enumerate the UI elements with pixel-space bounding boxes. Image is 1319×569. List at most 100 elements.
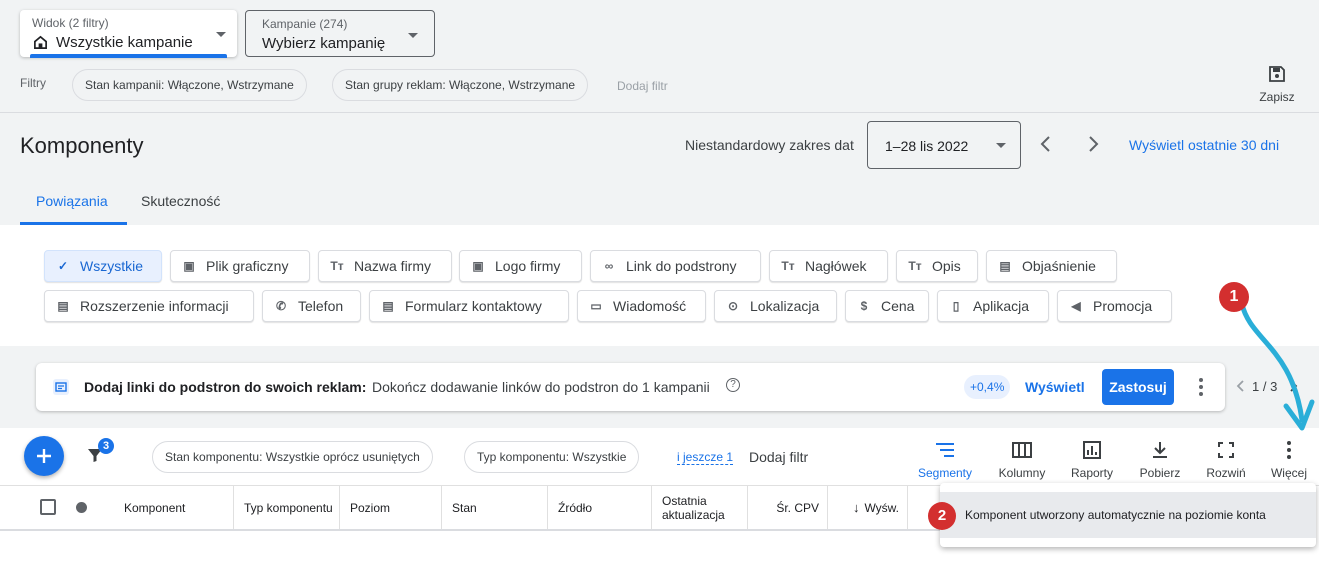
chevron-down-icon bbox=[408, 33, 418, 38]
previous-period-button[interactable] bbox=[1036, 134, 1056, 159]
next-period-button[interactable] bbox=[1083, 134, 1103, 159]
image-icon: ▣ bbox=[183, 259, 195, 273]
segments-icon bbox=[913, 438, 977, 462]
more-button[interactable]: Więcej bbox=[1257, 438, 1319, 480]
save-label: Zapisz bbox=[1259, 90, 1295, 104]
asset-type-structured-snippet[interactable]: ▤ Rozszerzenie informacji bbox=[44, 290, 254, 322]
add-filter-button[interactable]: Dodaj filtr bbox=[749, 449, 808, 465]
filters-label: Filtry bbox=[20, 76, 46, 90]
tab-associations[interactable]: Powiązania bbox=[36, 193, 108, 209]
columns-icon bbox=[990, 438, 1054, 462]
asset-type-headline[interactable]: Tт Nagłówek bbox=[769, 250, 888, 282]
save-icon bbox=[1255, 64, 1299, 86]
filter-chip-asset-status[interactable]: Stan komponentu: Wszystkie oprócz usunię… bbox=[152, 441, 433, 473]
filter-chip-campaign-status[interactable]: Stan kampanii: Włączone, Wstrzymane bbox=[72, 69, 307, 101]
more-vert-icon bbox=[1257, 438, 1319, 462]
link-icon: ∞ bbox=[604, 259, 614, 273]
location-pin-icon: ⊙ bbox=[727, 299, 739, 313]
view-selector-value: Wszystkie kampanie bbox=[56, 34, 193, 51]
mobile-icon: ▯ bbox=[952, 299, 960, 313]
asset-type-lead-form[interactable]: ▤ Formularz kontaktowy bbox=[369, 290, 569, 322]
download-icon bbox=[1128, 438, 1192, 462]
download-button[interactable]: Pobierz bbox=[1128, 438, 1192, 480]
asset-type-logo[interactable]: ▣ Logo firmy bbox=[459, 250, 582, 282]
annotation-badge-2: 2 bbox=[928, 502, 956, 530]
filter-count-badge: 3 bbox=[98, 438, 114, 454]
plus-icon bbox=[37, 449, 51, 463]
asset-type-image[interactable]: ▣ Plik graficzny bbox=[170, 250, 310, 282]
column-header-avg-cpv[interactable]: Śr. CPV bbox=[748, 486, 828, 530]
recommendation-text: Dokończ dodawanie linków do podstron do … bbox=[372, 379, 710, 395]
view-selector[interactable]: Widok (2 filtry) Wszystkie kampanie bbox=[20, 10, 237, 58]
view-selector-underline bbox=[30, 54, 227, 58]
annotation-badge-1: 1 bbox=[1219, 282, 1249, 312]
recommendation-title: Dodaj linki do podstron do swoich reklam… bbox=[84, 379, 367, 395]
asset-type-all[interactable]: ✓ Wszystkie bbox=[44, 250, 162, 282]
reports-button[interactable]: Raporty bbox=[1060, 438, 1124, 480]
tab-performance[interactable]: Skuteczność bbox=[141, 193, 220, 209]
more-filters-link[interactable]: i jeszcze 1 bbox=[677, 450, 734, 465]
view-selector-label: Widok (2 filtry) bbox=[32, 16, 109, 30]
select-all-checkbox[interactable] bbox=[40, 499, 56, 515]
asset-type-callout[interactable]: ▤ Objaśnienie bbox=[986, 250, 1117, 282]
header-bottom-border bbox=[0, 529, 940, 531]
date-range-label: Niestandardowy zakres dat bbox=[685, 137, 854, 153]
save-button[interactable]: Zapisz bbox=[1255, 64, 1299, 104]
add-button[interactable] bbox=[24, 436, 64, 476]
text-icon: Tт bbox=[908, 259, 922, 273]
campaign-selector-label: Kampanie (274) bbox=[262, 17, 348, 31]
megaphone-icon: ◀ bbox=[1071, 299, 1081, 313]
view-recommendation-button[interactable]: Wyświetl bbox=[1025, 379, 1085, 395]
column-header-level[interactable]: Poziom bbox=[340, 486, 442, 530]
asset-type-description[interactable]: Tт Opis bbox=[896, 250, 978, 282]
expand-button[interactable]: Rozwiń bbox=[1194, 438, 1258, 480]
asset-type-price[interactable]: $ Cena bbox=[845, 290, 929, 322]
image-icon: ▣ bbox=[472, 259, 484, 273]
filter-chip-adgroup-status[interactable]: Stan grupy reklam: Włączone, Wstrzymane bbox=[332, 69, 589, 101]
text-icon: Tт bbox=[330, 259, 344, 273]
bar-chart-icon bbox=[1060, 438, 1124, 462]
segments-button[interactable]: Segmenty bbox=[913, 438, 977, 480]
divider bbox=[0, 112, 1319, 113]
column-header-impressions[interactable]: ↓ Wyśw. bbox=[828, 486, 908, 530]
recommendation-card: Dodaj linki do podstron do swoich reklam… bbox=[36, 363, 1225, 411]
document-icon: ▤ bbox=[999, 259, 1011, 273]
more-vert-icon[interactable] bbox=[1198, 377, 1204, 402]
column-header-source[interactable]: Źródło bbox=[548, 486, 652, 530]
asset-type-promotion[interactable]: ◀ Promocja bbox=[1057, 290, 1172, 322]
chevron-down-icon bbox=[996, 143, 1006, 148]
asset-type-business-name[interactable]: Tт Nazwa firmy bbox=[318, 250, 452, 282]
text-icon: Tт bbox=[781, 259, 795, 273]
column-header-last-updated[interactable]: Ostatnia aktualizacja bbox=[652, 486, 748, 530]
asset-type-app[interactable]: ▯ Aplikacja bbox=[937, 290, 1049, 322]
dollar-icon: $ bbox=[860, 299, 868, 313]
add-filter-link[interactable]: Dodaj filtr bbox=[617, 79, 668, 93]
asset-type-message[interactable]: ▭ Wiadomość bbox=[577, 290, 706, 322]
campaign-selector-value: Wybierz kampanię bbox=[262, 35, 386, 52]
help-icon[interactable]: ? bbox=[726, 378, 740, 392]
column-header-asset[interactable]: Komponent bbox=[114, 486, 234, 530]
column-header-status[interactable]: Stan bbox=[442, 486, 548, 530]
asset-type-phone[interactable]: ✆ Telefon bbox=[262, 290, 361, 322]
home-icon bbox=[33, 35, 48, 55]
chevron-down-icon bbox=[216, 32, 226, 37]
status-dot-icon bbox=[76, 502, 87, 513]
check-icon: ✓ bbox=[57, 259, 69, 273]
page-title: Komponenty bbox=[20, 133, 144, 158]
menu-item-account-level-auto-asset[interactable]: Komponent utworzony automatycznie na poz… bbox=[940, 492, 1316, 538]
columns-button[interactable]: Kolumny bbox=[990, 438, 1054, 480]
document-icon: ▤ bbox=[57, 299, 69, 313]
asset-type-sitelink[interactable]: ∞ Link do podstrony bbox=[590, 250, 761, 282]
column-header-asset-type[interactable]: Typ komponentu bbox=[234, 486, 340, 530]
fullscreen-icon bbox=[1194, 438, 1258, 462]
apply-button[interactable]: Zastosuj bbox=[1102, 369, 1174, 405]
last-30-days-link[interactable]: Wyświetl ostatnie 30 dni bbox=[1129, 137, 1279, 153]
filter-chip-asset-type[interactable]: Typ komponentu: Wszystkie bbox=[464, 441, 640, 473]
phone-icon: ✆ bbox=[275, 299, 287, 313]
form-icon: ▤ bbox=[382, 299, 394, 313]
campaign-selector[interactable]: Kampanie (274) Wybierz kampanię bbox=[245, 10, 435, 57]
arrow-down-icon: ↓ bbox=[852, 500, 860, 515]
asset-type-location[interactable]: ⊙ Lokalizacja bbox=[714, 290, 837, 322]
date-range-picker[interactable]: 1–28 lis 2022 bbox=[867, 121, 1021, 169]
impact-badge: +0,4% bbox=[964, 375, 1011, 399]
